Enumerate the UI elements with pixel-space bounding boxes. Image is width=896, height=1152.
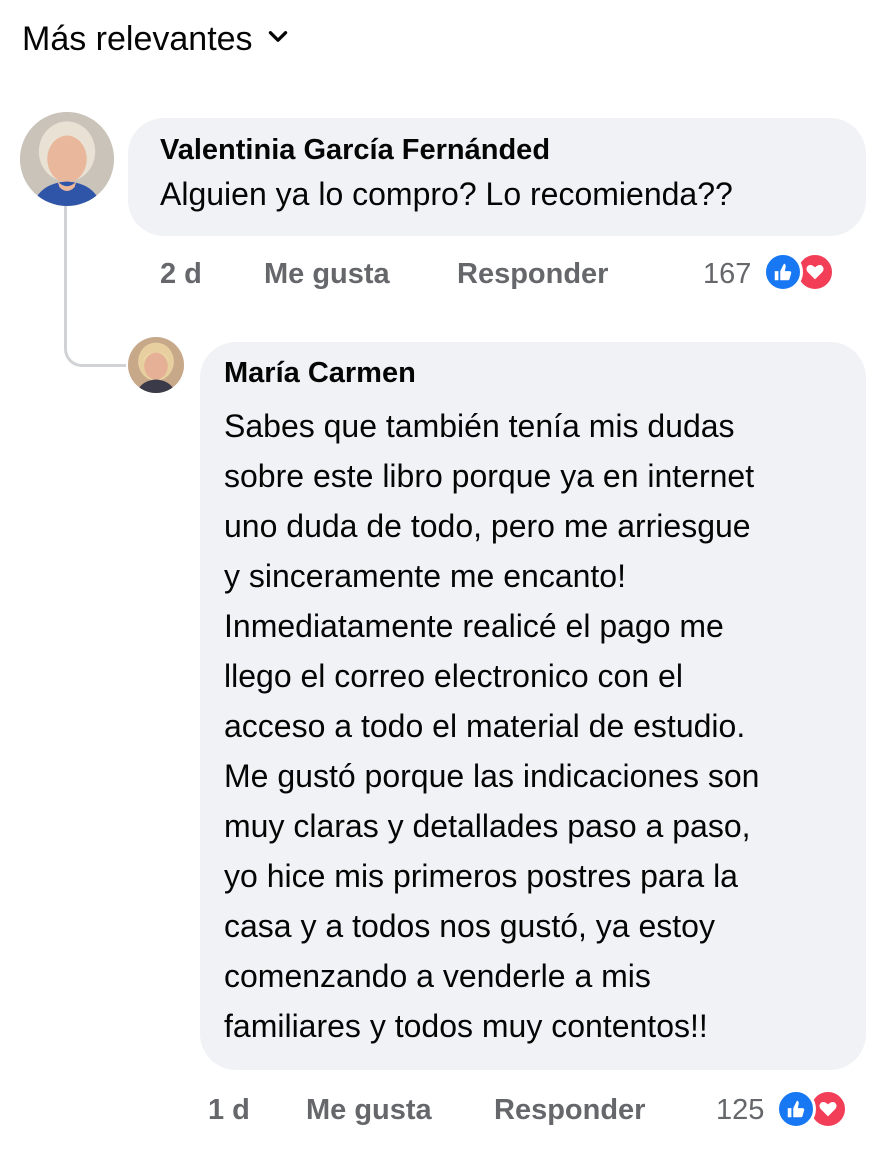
reaction-count[interactable]: 125 xyxy=(716,1092,764,1128)
reaction-icons[interactable] xyxy=(763,252,835,292)
thread-connector xyxy=(64,205,126,367)
comment-text-line: muy claras y detallades paso a paso, xyxy=(224,808,751,844)
comments-section: Más relevantes Valentinia García Fernánd… xyxy=(0,0,896,1152)
reaction-icons[interactable] xyxy=(776,1089,848,1129)
comment-timestamp[interactable]: 1 d xyxy=(208,1092,250,1128)
comment-text-line: acceso a todo el material de estudio. xyxy=(224,708,746,744)
sort-dropdown[interactable]: Más relevantes xyxy=(22,20,291,59)
comment-text-line: y sinceramente me encanto! xyxy=(224,558,626,594)
avatar[interactable] xyxy=(20,112,114,206)
comment-text-line: Sabes que también tenía mis dudas xyxy=(224,408,735,444)
comment-text-line: yo hice mis primeros postres para la xyxy=(224,858,738,894)
comment-text: Alguien ya lo compro? Lo recomienda?? xyxy=(160,176,733,212)
reply-button[interactable]: Responder xyxy=(457,256,608,292)
comment-text-line: sobre este libro porque ya en internet xyxy=(224,458,755,494)
comment-text-line: llego el correo electronico con el xyxy=(224,658,683,694)
like-button[interactable]: Me gusta xyxy=(306,1092,432,1128)
avatar[interactable] xyxy=(128,337,184,393)
comment-timestamp[interactable]: 2 d xyxy=(160,256,202,292)
reply-button[interactable]: Responder xyxy=(494,1092,645,1128)
reaction-count[interactable]: 167 xyxy=(703,256,751,292)
comment-text-line: Inmediatamente realicé el pago me xyxy=(224,608,724,644)
chevron-down-icon xyxy=(265,20,291,59)
comment-text-line: comenzando a venderle a mis xyxy=(224,958,651,994)
like-button[interactable]: Me gusta xyxy=(264,256,390,292)
comment-author[interactable]: María Carmen xyxy=(224,355,842,391)
like-icon xyxy=(763,252,803,292)
comment-text-line: Me gustó porque las indicaciones son xyxy=(224,758,760,794)
comment-text-line: casa y a todos nos gustó, ya estoy xyxy=(224,908,715,944)
sort-label: Más relevantes xyxy=(22,20,253,58)
like-icon xyxy=(776,1089,816,1129)
comment-author[interactable]: Valentinia García Fernánded xyxy=(160,132,834,168)
comment-text-line: uno duda de todo, pero me arriesgue xyxy=(224,508,751,544)
comment-text: Sabes que también tenía mis dudas sobre … xyxy=(224,401,842,1051)
comment-bubble: Valentinia García Fernánded Alguien ya l… xyxy=(128,118,866,236)
comment-bubble: María Carmen Sabes que también tenía mis… xyxy=(200,342,866,1070)
comment-text-line: familiares y todos muy contentos!! xyxy=(224,1008,708,1044)
